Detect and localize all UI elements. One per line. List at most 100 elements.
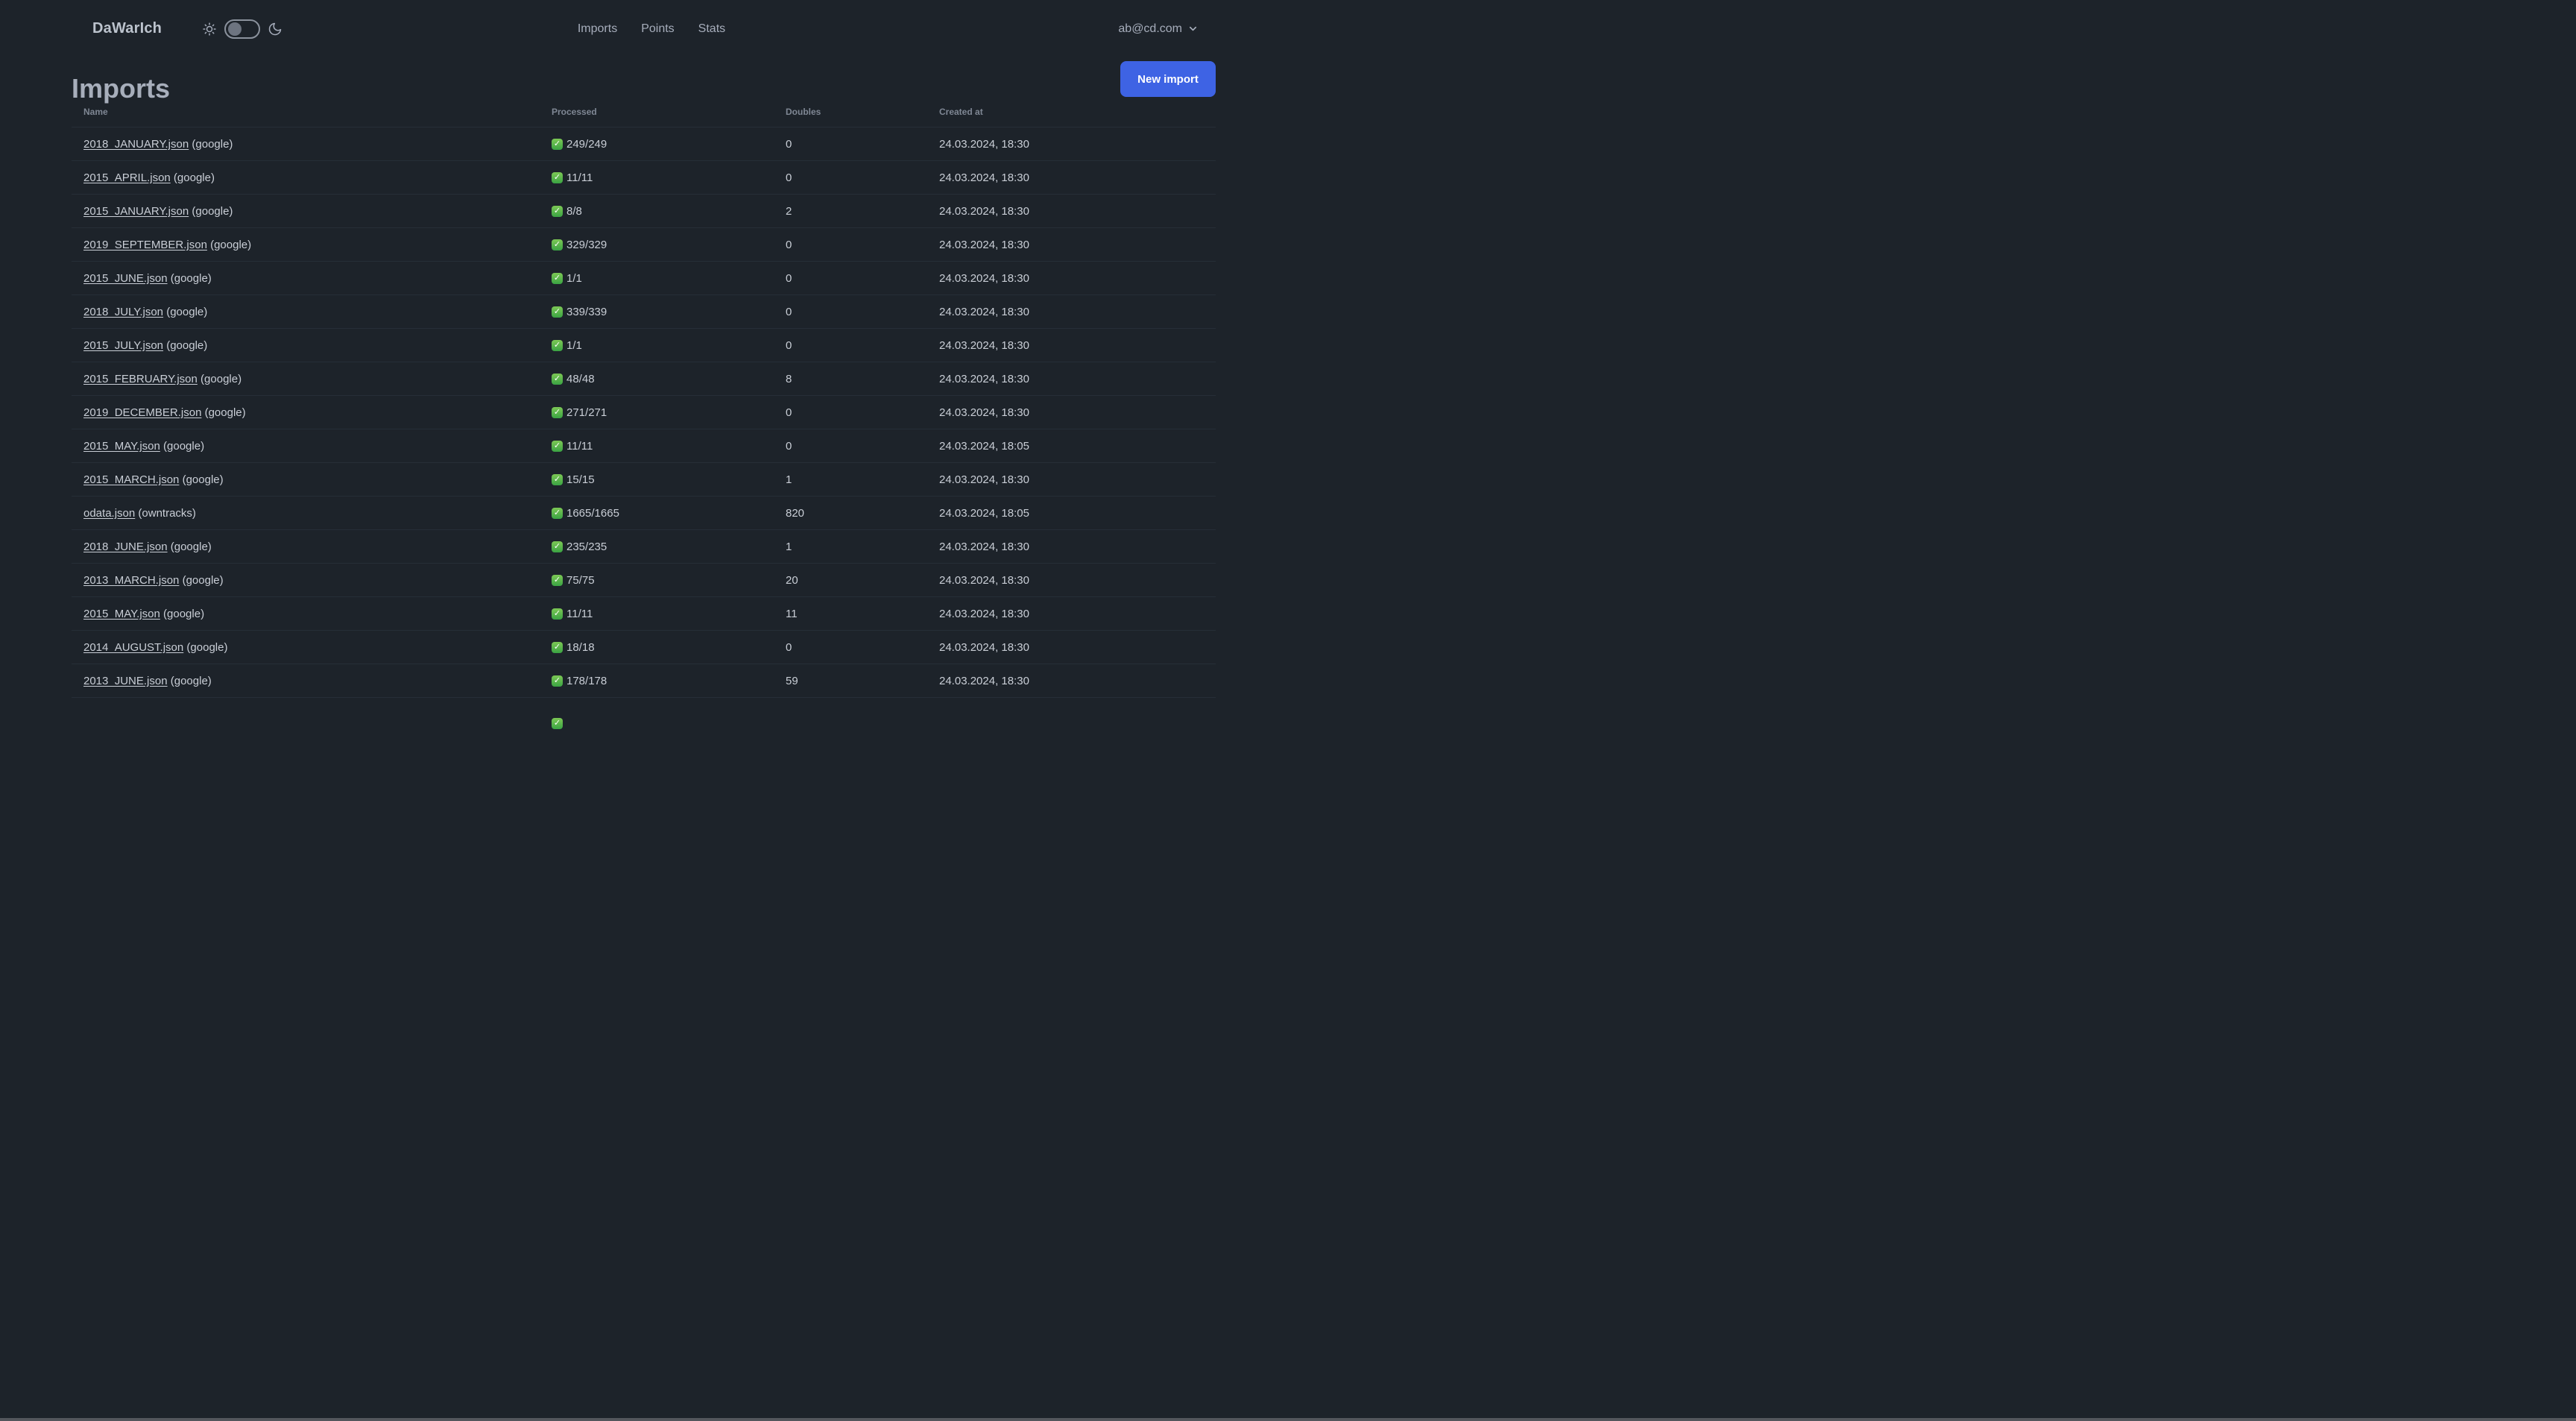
cell-name: 2014_AUGUST.json (google) — [72, 641, 540, 654]
cell-name: 2015_JUNE.json (google) — [72, 272, 540, 285]
processed-count: 1/1 — [566, 271, 582, 285]
import-file-link[interactable]: 2013_JUNE.json — [83, 675, 168, 687]
import-source-label: (google) — [186, 640, 228, 654]
processed-count: 11/11 — [566, 607, 593, 620]
check-emoji-icon — [552, 171, 563, 183]
import-file-link[interactable]: 2019_SEPTEMBER.json — [83, 239, 207, 251]
cell-name: odata.json (owntracks) — [72, 507, 540, 520]
cell-processed: 11/11 — [540, 608, 774, 620]
import-file-link[interactable]: 2018_JANUARY.json — [83, 138, 189, 151]
import-source-label: (google) — [170, 674, 212, 687]
page-header: Imports New import — [72, 57, 1216, 104]
sun-icon — [203, 22, 216, 36]
cell-processed: 18/18 — [540, 641, 774, 654]
table-body: 2018_JANUARY.json (google) 249/249 0 24.… — [72, 127, 1216, 698]
import-file-link[interactable]: 2013_MARCH.json — [83, 574, 179, 587]
new-import-button[interactable]: New import — [1120, 61, 1216, 97]
app-logo[interactable]: DaWarIch — [92, 20, 162, 37]
import-file-link[interactable]: 2018_JULY.json — [83, 306, 163, 318]
table-row: 2014_AUGUST.json (google) 18/18 0 24.03.… — [72, 631, 1216, 664]
cell-name: 2018_JUNE.json (google) — [72, 541, 540, 553]
theme-toggle-group — [202, 19, 282, 39]
import-file-link[interactable]: 2015_MAY.json — [83, 440, 160, 453]
import-file-link[interactable]: 2019_DECEMBER.json — [83, 406, 201, 419]
check-emoji-icon — [552, 239, 563, 251]
import-file-link[interactable]: 2015_APRIL.json — [83, 171, 171, 184]
processed-count: 178/178 — [566, 674, 607, 687]
import-source-label: (google) — [192, 204, 233, 218]
table-row: 2015_MAY.json (google) 11/11 11 24.03.20… — [72, 597, 1216, 631]
cell-processed: 249/249 — [540, 138, 774, 151]
import-source-label: (google) — [192, 137, 233, 151]
import-file-link[interactable]: 2015_MARCH.json — [83, 473, 179, 486]
import-source-label: (google) — [166, 305, 208, 318]
nav-link-points[interactable]: Points — [641, 22, 674, 36]
cell-name: 2015_APRIL.json (google) — [72, 171, 540, 184]
import-source-label: (google) — [170, 271, 212, 285]
processed-count: 329/329 — [566, 238, 607, 251]
cell-name: 2015_MARCH.json (google) — [72, 473, 540, 486]
check-emoji-icon — [552, 541, 563, 552]
nav-link-imports[interactable]: Imports — [578, 22, 617, 36]
table-row: 2018_JUNE.json (google) 235/235 1 24.03.… — [72, 530, 1216, 564]
check-emoji-icon — [552, 138, 563, 150]
theme-toggle[interactable] — [224, 19, 261, 39]
check-emoji-icon — [552, 306, 563, 318]
import-file-link[interactable]: 2014_AUGUST.json — [83, 641, 183, 654]
imports-table: Name Processed Doubles Created at 2018_J… — [72, 104, 1216, 731]
cell-name: 2015_JANUARY.json (google) — [72, 205, 540, 218]
cell-name: 2015_JULY.json (google) — [72, 339, 540, 352]
table-row: 2013_JUNE.json (google) 178/178 59 24.03… — [72, 664, 1216, 698]
cell-created-at: 24.03.2024, 18:30 — [939, 473, 1029, 486]
navbar: DaWarIch Imports Points Stats ab@cd.com — [0, 0, 1288, 57]
cell-name: 2015_MAY.json (google) — [72, 440, 540, 453]
user-menu[interactable]: ab@cd.com — [1118, 22, 1199, 36]
import-file-link[interactable]: 2018_JUNE.json — [83, 541, 168, 553]
import-file-link[interactable]: 2015_MAY.json — [83, 608, 160, 620]
cell-processed: 75/75 — [540, 574, 774, 587]
table-row: 2018_JULY.json (google) 339/339 0 24.03.… — [72, 295, 1216, 329]
cell-processed: 1/1 — [540, 339, 774, 352]
import-source-label: (google) — [182, 573, 224, 587]
cell-processed: 339/339 — [540, 306, 774, 318]
cell-processed: 178/178 — [540, 675, 774, 687]
table-row: 2015_APRIL.json (google) 11/11 0 24.03.2… — [72, 161, 1216, 195]
nav-link-stats[interactable]: Stats — [698, 22, 725, 36]
main-content: Imports New import Name Processed Double… — [0, 57, 1288, 731]
cell-doubles: 20 — [786, 573, 798, 587]
cell-doubles: 0 — [786, 238, 792, 251]
import-file-link[interactable]: 2015_JANUARY.json — [83, 205, 189, 218]
import-file-link[interactable]: 2015_JUNE.json — [83, 272, 168, 285]
processed-count: 1665/1665 — [566, 506, 619, 520]
cell-created-at: 24.03.2024, 18:30 — [939, 607, 1029, 620]
table-header-row: Name Processed Doubles Created at — [72, 104, 1216, 127]
table-row: 2015_MARCH.json (google) 15/15 1 24.03.2… — [72, 463, 1216, 497]
cell-doubles: 0 — [786, 271, 792, 285]
cell-doubles: 0 — [786, 640, 792, 654]
cell-doubles: 1 — [786, 540, 792, 553]
processed-count: 11/11 — [566, 439, 593, 453]
import-file-link[interactable]: odata.json — [83, 507, 135, 520]
check-emoji-icon — [552, 272, 563, 284]
cell-created-at: 24.03.2024, 18:30 — [939, 171, 1029, 184]
chevron-down-icon — [1189, 26, 1197, 31]
processed-count: 271/271 — [566, 406, 607, 419]
cell-processed: 11/11 — [540, 171, 774, 184]
cell-processed: 8/8 — [540, 205, 774, 218]
table-row: 2019_DECEMBER.json (google) 271/271 0 24… — [72, 396, 1216, 429]
user-email: ab@cd.com — [1118, 22, 1182, 35]
table-row: 2015_JANUARY.json (google) 8/8 2 24.03.2… — [72, 195, 1216, 228]
cell-created-at: 24.03.2024, 18:30 — [939, 137, 1029, 151]
cell-created-at: 24.03.2024, 18:30 — [939, 406, 1029, 419]
cell-name: 2015_MAY.json (google) — [72, 608, 540, 620]
cell-doubles: 0 — [786, 406, 792, 419]
import-file-link[interactable]: 2015_JULY.json — [83, 339, 163, 352]
cell-created-at: 24.03.2024, 18:30 — [939, 305, 1029, 318]
processed-count: 8/8 — [566, 204, 582, 218]
import-file-link[interactable]: 2015_FEBRUARY.json — [83, 373, 198, 385]
column-header-created-at: Created at — [939, 107, 983, 117]
import-source-label: (google) — [201, 372, 242, 385]
processed-count: 249/249 — [566, 137, 607, 151]
column-header-doubles: Doubles — [786, 107, 821, 117]
import-source-label: (google) — [166, 338, 208, 352]
